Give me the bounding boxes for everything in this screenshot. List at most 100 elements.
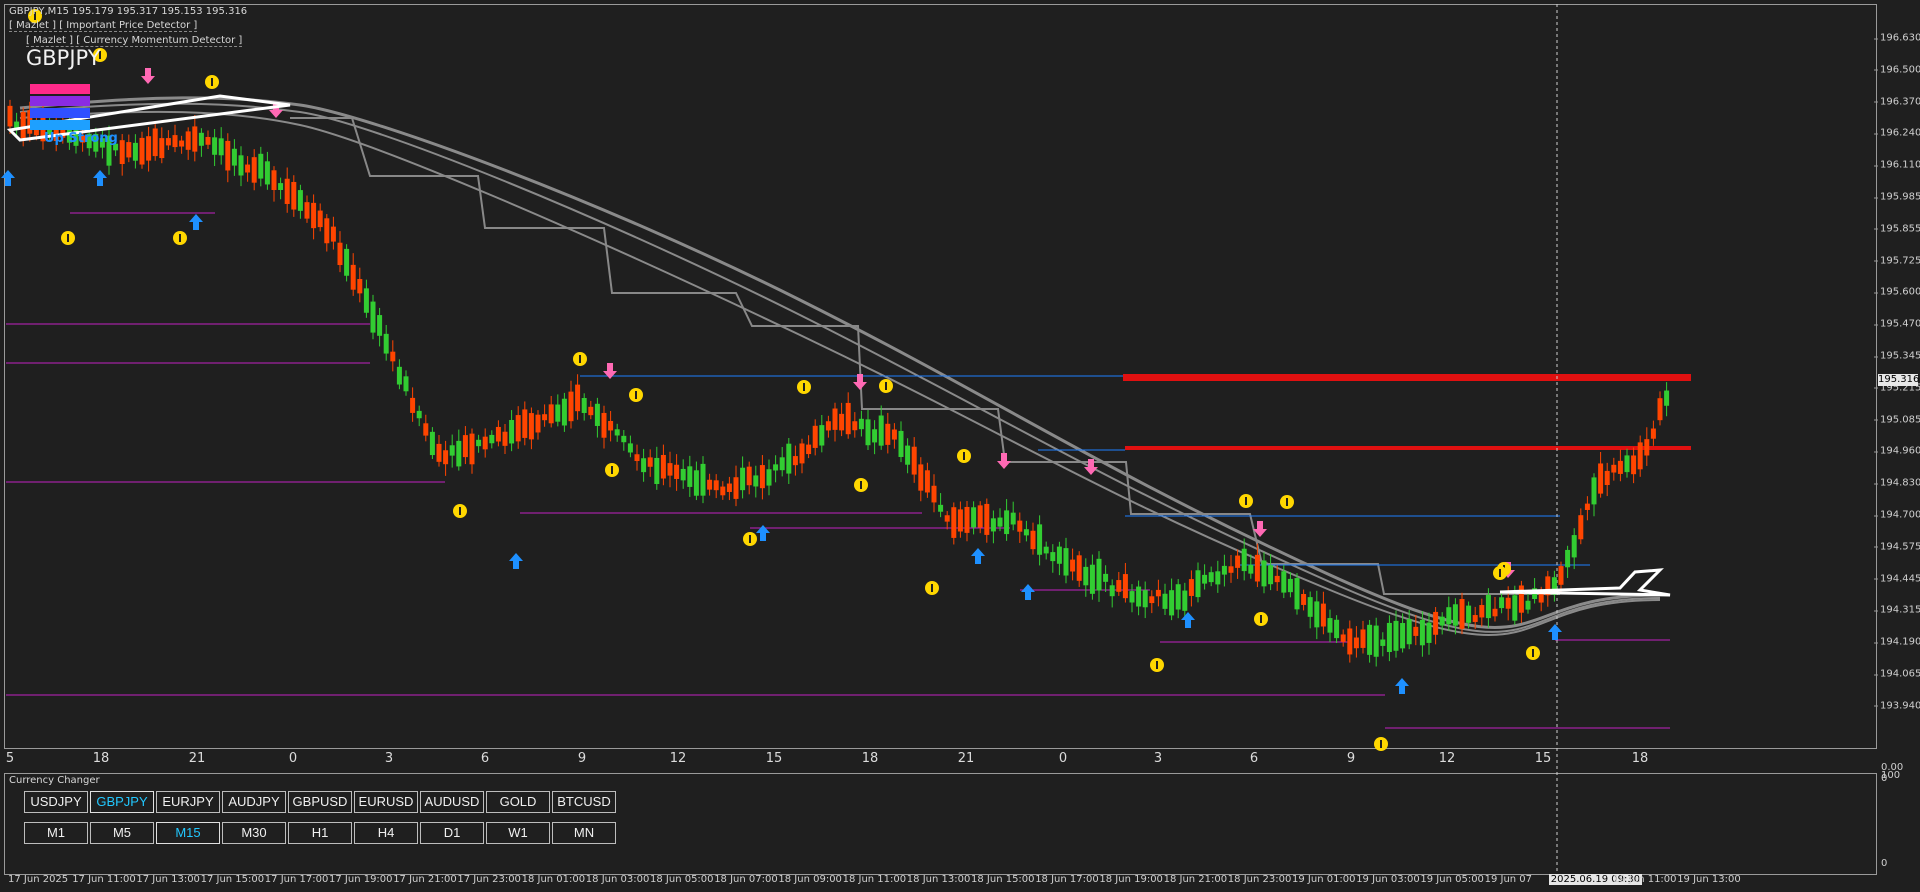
- timeframe-button-w1[interactable]: W1: [486, 822, 550, 844]
- symbol-button-gold[interactable]: GOLD: [486, 791, 550, 813]
- candle-body: [1274, 575, 1280, 583]
- price-tick: 193.940: [1873, 700, 1920, 712]
- candle-body: [1162, 593, 1168, 609]
- buy-arrow-icon: [1181, 612, 1195, 628]
- symbol-button-audusd[interactable]: AUDUSD: [420, 791, 484, 813]
- candle-body: [1624, 455, 1630, 473]
- timeframe-button-m15[interactable]: M15: [156, 822, 220, 844]
- candle-body: [198, 132, 204, 146]
- buy-arrow-icon: [1, 170, 15, 186]
- candle-body: [997, 517, 1003, 527]
- timeframe-button-m5[interactable]: M5: [90, 822, 154, 844]
- candle-body: [1281, 571, 1287, 593]
- candle-body: [773, 464, 779, 471]
- candle-body: [891, 429, 897, 440]
- timeframe-button-d1[interactable]: D1: [420, 822, 484, 844]
- price-tick: 195.725: [1873, 255, 1920, 267]
- candle-body: [251, 157, 257, 183]
- candle-body: [1367, 624, 1373, 655]
- candle-body: [1103, 573, 1109, 582]
- time-axis-label: 18: [92, 751, 110, 766]
- strength-meter-bar: [30, 84, 90, 94]
- candle-body: [733, 477, 739, 499]
- candle-body: [7, 105, 13, 127]
- candle-body: [1142, 590, 1148, 608]
- bottom-time-label: 19 Jun 11:00: [1613, 874, 1677, 885]
- candle-body: [542, 414, 548, 421]
- candle-body: [1122, 574, 1128, 599]
- current-price-label: 195.316: [1878, 374, 1920, 386]
- candle-body: [1004, 510, 1010, 535]
- candle-body: [634, 454, 640, 462]
- candle-body: [225, 140, 231, 171]
- candle-body: [1433, 611, 1439, 635]
- candle-body: [383, 333, 389, 354]
- candle-body: [1472, 615, 1478, 622]
- candle-body: [423, 423, 429, 436]
- timeframe-button-h4[interactable]: H4: [354, 822, 418, 844]
- bottom-time-label: 18 Jun 03:00: [585, 874, 650, 885]
- time-axis-label: 18: [1631, 751, 1649, 766]
- candle-body: [660, 454, 666, 479]
- candle-body: [172, 135, 178, 148]
- bottom-time-label: 19 Jun 05:00: [1420, 874, 1484, 885]
- buy-arrow-icon: [971, 548, 985, 564]
- timeframe-button-h1[interactable]: H1: [288, 822, 352, 844]
- timeframe-button-mn[interactable]: MN: [552, 822, 616, 844]
- symbol-button-usdjpy[interactable]: USDJPY: [24, 791, 88, 813]
- buy-arrow-icon: [1021, 584, 1035, 600]
- symbol-button-btcusd[interactable]: BTCUSD: [552, 791, 616, 813]
- candle-body: [1492, 608, 1498, 617]
- symbol-button-gbpjpy[interactable]: GBPJPY: [90, 791, 154, 813]
- candle-body: [1446, 607, 1452, 625]
- bottom-time-label: 18 Jun 11:00: [842, 874, 907, 885]
- bottom-time-label: 19 Jun 13:00: [1677, 874, 1741, 885]
- candle-body: [1182, 590, 1188, 611]
- timeframe-button-m30[interactable]: M30: [222, 822, 286, 844]
- bottom-time-label: 19 Jun 07: [1484, 874, 1533, 885]
- candle-body: [1334, 619, 1340, 639]
- candle-body: [614, 429, 620, 436]
- candle-body: [264, 161, 270, 185]
- candle-body: [1452, 604, 1458, 626]
- candle-body: [1565, 549, 1571, 568]
- candle-body: [759, 465, 765, 489]
- symbol-button-audjpy[interactable]: AUDJPY: [222, 791, 286, 813]
- bottom-time-label: 18 Jun 09:00: [778, 874, 842, 885]
- candle-body: [1083, 566, 1089, 586]
- candle-body: [654, 457, 660, 485]
- bottom-time-label: 18 Jun 05:00: [650, 874, 714, 885]
- strength-label: Up Strong: [44, 131, 118, 146]
- timeframe-button-m1[interactable]: M1: [24, 822, 88, 844]
- candle-body: [1347, 628, 1353, 655]
- candle-body: [1149, 596, 1155, 604]
- bottom-time-label: 18 Jun 07:00: [714, 874, 778, 885]
- candle-body: [872, 429, 878, 443]
- price-tick: 195.085: [1873, 414, 1920, 426]
- candle-body: [1525, 600, 1531, 610]
- price-tick: 195.600: [1873, 286, 1920, 298]
- candle-body: [456, 440, 462, 467]
- indicator-tag-price-detector: [ Mazlet ] [ Important Price Detector ]: [9, 20, 198, 32]
- candle-body: [1578, 515, 1584, 540]
- candle-body: [984, 503, 990, 535]
- symbol-button-eurusd[interactable]: EURUSD: [354, 791, 418, 813]
- candle-body: [403, 376, 409, 392]
- candle-body: [278, 183, 284, 191]
- candle-body: [218, 138, 224, 156]
- candle-body: [1136, 586, 1142, 607]
- symbol-button-eurjpy[interactable]: EURJPY: [156, 791, 220, 813]
- candle-body: [1657, 398, 1663, 421]
- candle-body: [159, 138, 165, 159]
- timeframe-button-row: M1 M5 M15 M30 H1 H4 D1 W1 MN: [24, 822, 616, 844]
- candle-body: [845, 402, 851, 435]
- symbol-button-gbpusd[interactable]: GBPUSD: [288, 791, 352, 813]
- candle-body: [443, 450, 449, 465]
- candle-body: [1571, 535, 1577, 558]
- candle-body: [317, 210, 323, 228]
- candle-body: [1023, 529, 1029, 536]
- candle-body: [502, 431, 508, 446]
- candle-body: [911, 446, 917, 475]
- candle-body: [429, 431, 435, 456]
- candle-body: [1485, 594, 1491, 619]
